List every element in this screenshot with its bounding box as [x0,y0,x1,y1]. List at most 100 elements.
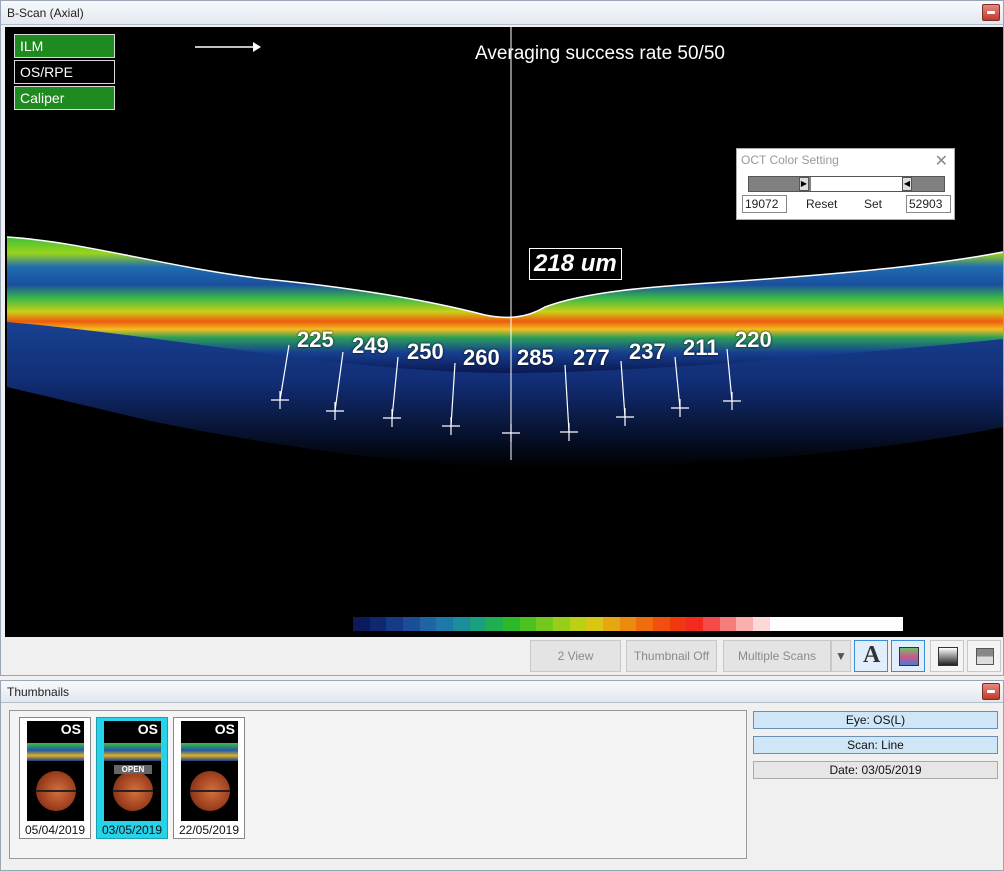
text-a-icon: A [863,642,881,668]
close-icon[interactable]: ✕ [935,151,948,171]
color-scale-swatch [403,617,420,631]
layer-toggle-caliper[interactable]: Caliper [14,86,115,110]
multiple-scans-dropdown[interactable]: ▼ [831,640,851,672]
color-scale-swatch [886,617,904,631]
fundus-preview [36,771,76,811]
color-scale-swatch [386,617,404,631]
layer-toggle-ilm[interactable]: ILM [14,34,115,58]
dialog-title: OCT Color Setting [741,153,839,167]
oct-bscan-image [6,27,1003,468]
thumbnail-scan-1[interactable]: OS 05/04/2019 [19,717,91,839]
layer-label: OS/RPE [20,64,73,80]
color-range-slider[interactable]: ▶ ◀ [748,176,945,192]
thickness-label: 260 [463,345,500,370]
thumbnail-date: 05/04/2019 [24,823,86,837]
scan-info: Scan: Line [753,736,998,754]
eye-info: Eye: OS(L) [753,711,998,729]
color-scale-swatch [486,617,504,631]
thumbnail-scan-3[interactable]: OS 22/05/2019 [173,717,245,839]
reset-button[interactable]: Reset [806,197,837,211]
max-value-field[interactable]: 52903 [906,195,951,213]
thickness-label: 250 [407,339,444,364]
open-tag: OPEN [114,765,152,774]
bscan-preview [27,743,84,761]
bscan-title: B-Scan (Axial) [7,6,84,20]
inverted-icon [976,648,994,665]
min-value-field[interactable]: 19072 [742,195,787,213]
color-scale-swatch [669,617,687,631]
color-scale-swatch [603,617,620,631]
color-scale-swatch [786,617,804,631]
bscan-preview [181,743,238,761]
range-handle-min[interactable]: ▶ [799,177,809,191]
two-view-button[interactable]: 2 View [530,640,621,672]
color-scale-swatch [836,617,854,631]
color-scale-swatch [469,617,487,631]
fundus-preview [190,771,230,811]
thickness-label: 220 [735,327,772,352]
color-scale-swatch [569,617,587,631]
center-thickness-label: 218 um [529,248,622,280]
color-scale-swatch [353,617,370,631]
color-scale-swatch [753,617,770,631]
eye-tag: OS [214,721,235,737]
color-scale-swatch [636,617,654,631]
color-scale-swatch [553,617,570,631]
minimize-icon[interactable] [982,683,1000,700]
color-range-fill [811,177,904,191]
thumbnail-scan-2[interactable]: OS OPEN 03/05/2019 [96,717,168,839]
color-map-toggle[interactable] [891,640,925,672]
color-scale-swatch [736,617,754,631]
color-scale-swatch [803,617,820,631]
grayscale-toggle[interactable] [930,640,964,672]
color-scale-bar [353,617,904,631]
thumbnail-off-button[interactable]: Thumbnail Off [626,640,717,672]
color-scale-swatch [536,617,554,631]
color-scale-swatch [586,617,604,631]
oct-scan-view[interactable]: ILM OS/RPE Caliper Averaging success rat… [5,27,1003,637]
thickness-label: 285 [517,345,554,370]
date-info: Date: 03/05/2019 [753,761,998,779]
thumbnail-image: OS OPEN [104,721,161,821]
set-button[interactable]: Set [864,197,882,211]
oct-color-setting-dialog: OCT Color Setting ✕ ▶ ◀ 19072 Reset Set … [736,148,955,220]
thickness-label: 225 [297,327,334,352]
color-scale-swatch [436,617,454,631]
color-scale-swatch [686,617,704,631]
thumbnail-date: 03/05/2019 [101,823,163,837]
bscan-window: B-Scan (Axial) ILM OS/RPE Caliper Averag… [0,0,1004,676]
layer-label: ILM [20,38,44,54]
color-scale-swatch [853,617,870,631]
thumbnail-image: OS [181,721,238,821]
color-scale-swatch [503,617,520,631]
thumbnail-image: OS [27,721,84,821]
color-scale-swatch [369,617,387,631]
layer-toggle-os-rpe[interactable]: OS/RPE [14,60,115,84]
text-overlay-toggle[interactable]: A [854,640,888,672]
thumbnail-strip: OS 05/04/2019 OS OPEN 03/05/2019 OS 22/0… [9,710,747,859]
thumbnails-title: Thumbnails [7,685,70,699]
bscan-titlebar: B-Scan (Axial) [1,1,1003,25]
thumbnails-titlebar: Thumbnails [1,681,1003,703]
color-scale-swatch [869,617,887,631]
color-scale-swatch [453,617,470,631]
inverted-toggle[interactable] [967,640,1001,672]
color-scale-swatch [619,617,637,631]
averaging-success-rate: Averaging success rate 50/50 [475,43,725,64]
color-scale-swatch [653,617,670,631]
multiple-scans-button[interactable]: Multiple Scans [723,640,831,672]
color-scale-swatch [819,617,837,631]
eye-tag: OS [60,721,81,737]
minimize-icon[interactable] [982,4,1000,21]
color-scale-swatch [419,617,437,631]
grayscale-icon [938,647,958,666]
thickness-label: 211 [683,335,719,360]
color-palette-icon [899,647,919,666]
thickness-label: 277 [573,345,610,370]
color-scale-swatch [519,617,537,631]
color-scale-swatch [769,617,787,631]
range-handle-max[interactable]: ◀ [902,177,912,191]
color-scale-swatch [703,617,720,631]
layer-label: Caliper [20,90,65,106]
thickness-label: 249 [352,333,389,358]
